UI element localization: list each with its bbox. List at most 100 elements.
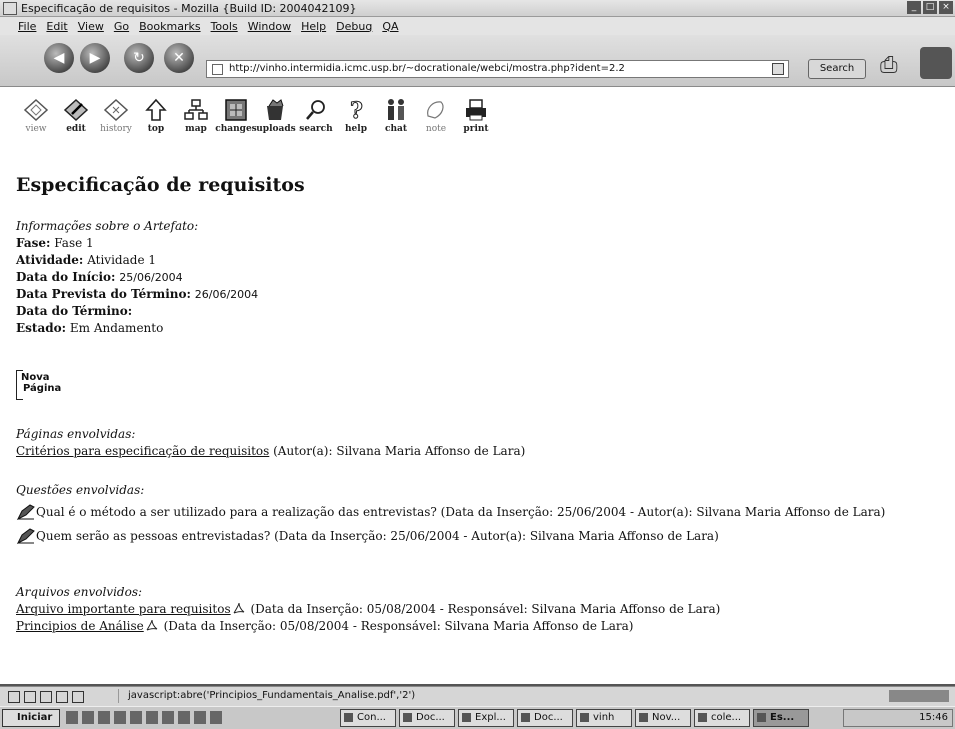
outlook-icon[interactable]	[114, 711, 126, 724]
composer-icon[interactable]	[40, 691, 52, 703]
stop-button[interactable]: ✕	[164, 43, 194, 73]
maximize-button[interactable]: □	[923, 1, 937, 14]
arquivo-link[interactable]: Principios de Análise	[16, 619, 144, 633]
reload-button[interactable]: ↻	[124, 43, 154, 73]
ie-icon[interactable]	[98, 711, 110, 724]
edit-icon	[61, 96, 91, 124]
task-button[interactable]: vinh	[576, 709, 632, 727]
menu-help[interactable]: Help	[301, 20, 326, 33]
task-button[interactable]: Doc...	[399, 709, 455, 727]
url-text: http://vinho.intermidia.icmc.usp.br/~doc…	[229, 63, 625, 74]
field-label: Data Prevista do Término:	[16, 287, 191, 301]
menu-go[interactable]: Go	[114, 20, 129, 33]
mail-icon[interactable]	[24, 691, 36, 703]
questoes-heading: Questões envolvidas:	[16, 483, 145, 497]
minimize-button[interactable]: _	[907, 1, 921, 14]
field-data-inicio: Data do Início: 25/06/2004	[16, 269, 258, 286]
field-label: Atividade:	[16, 253, 84, 267]
menu-tools[interactable]: Tools	[211, 20, 238, 33]
task-button[interactable]: Es...	[753, 709, 809, 727]
task-button[interactable]: cole...	[694, 709, 750, 727]
tool-top-label: top	[147, 124, 165, 134]
printer-icon	[461, 96, 491, 124]
tool-view[interactable]: view	[16, 96, 56, 134]
menu-bookmarks[interactable]: Bookmarks	[139, 20, 200, 33]
status-text: javascript:abre('Principios_Fundamentais…	[128, 690, 416, 701]
wiki-toolbar: view edit history top map changes upload…	[16, 96, 496, 134]
tool-print[interactable]: print	[456, 96, 496, 134]
arquivo-link[interactable]: Arquivo importante para requisitos	[16, 602, 231, 616]
tool-top[interactable]: top	[136, 96, 176, 134]
paginas-section: Páginas envolvidas: Critérios para espec…	[16, 426, 525, 460]
paginas-heading: Páginas envolvidas:	[16, 427, 136, 441]
search-button[interactable]: Search	[808, 59, 866, 79]
app-icon[interactable]	[194, 711, 206, 724]
nova-pagina-button[interactable]: Nova Página	[16, 370, 61, 400]
questao-item[interactable]: Qual é o método a ser utilizado para a r…	[16, 503, 885, 521]
sitemap-icon	[181, 96, 211, 124]
app-icon[interactable]	[210, 711, 222, 724]
questoes-section: Questões envolvidas: Qual é o método a s…	[16, 482, 885, 545]
tool-map[interactable]: map	[176, 96, 216, 134]
pagina-link[interactable]: Critérios para especificação de requisit…	[16, 444, 269, 458]
menu-window[interactable]: Window	[248, 20, 291, 33]
addressbook-icon[interactable]	[56, 691, 68, 703]
tool-search[interactable]: search	[296, 96, 336, 134]
desktop-icon[interactable]	[66, 711, 78, 724]
url-field[interactable]: http://vinho.intermidia.icmc.usp.br/~doc…	[206, 60, 789, 78]
pencil-icon	[16, 503, 36, 521]
navigator-icon[interactable]	[8, 691, 20, 703]
tool-edit[interactable]: edit	[56, 96, 96, 134]
question-icon: ?	[341, 96, 371, 124]
tool-uploads-label: uploads	[256, 124, 296, 134]
tool-chat[interactable]: chat	[376, 96, 416, 134]
tool-history[interactable]: history	[96, 96, 136, 134]
menu-edit[interactable]: Edit	[46, 20, 67, 33]
print-toolbar-icon[interactable]: ⎙	[880, 53, 910, 78]
menu-qa[interactable]: QA	[382, 20, 398, 33]
start-button[interactable]: Iniciar	[2, 709, 60, 727]
app-icon[interactable]	[146, 711, 158, 724]
menu-view[interactable]: View	[78, 20, 104, 33]
tool-note[interactable]: note	[416, 96, 456, 134]
menu-debug[interactable]: Debug	[336, 20, 372, 33]
pdf-icon[interactable]	[233, 602, 245, 614]
search-button-label: Search	[819, 63, 855, 74]
close-window-button[interactable]: ×	[939, 1, 953, 14]
tool-uploads[interactable]: uploads	[256, 96, 296, 134]
page-content: view edit history top map changes upload…	[0, 88, 955, 686]
forward-button[interactable]: ▶	[80, 43, 110, 73]
field-estado: Estado: Em Andamento	[16, 320, 258, 337]
window-title: Especificação de requisitos - Mozilla {B…	[21, 1, 357, 15]
tool-changes[interactable]: changes	[215, 96, 257, 134]
chatzilla-icon[interactable]	[72, 691, 84, 703]
artifact-info: Informações sobre o Artefato: Fase: Fase…	[16, 218, 258, 337]
status-bar: javascript:abre('Principios_Fundamentais…	[0, 686, 955, 706]
back-button[interactable]: ◀	[44, 43, 74, 73]
menu-bar: File Edit View Go Bookmarks Tools Window…	[0, 17, 955, 35]
field-label: Estado:	[16, 321, 67, 335]
app-icon[interactable]	[162, 711, 174, 724]
explorer-icon[interactable]	[82, 711, 94, 724]
field-value: Atividade 1	[87, 253, 156, 267]
clock: 15:46	[919, 712, 948, 723]
task-button[interactable]: Expl...	[458, 709, 514, 727]
pdf-icon[interactable]	[146, 619, 158, 631]
arquivo-info: (Data da Inserção: 05/08/2004 - Responsá…	[163, 619, 634, 633]
field-label: Data do Início:	[16, 270, 116, 284]
system-tray: 15:46	[843, 709, 953, 727]
tool-help[interactable]: ? help	[336, 96, 376, 134]
go-icon[interactable]	[772, 63, 784, 75]
task-button[interactable]: Con...	[340, 709, 396, 727]
task-button[interactable]: Nov...	[635, 709, 691, 727]
field-fase: Fase: Fase 1	[16, 235, 258, 252]
magnifier-icon	[301, 96, 331, 124]
windows-taskbar: Iniciar Con... Doc... Expl... Doc... vin…	[0, 706, 955, 729]
app-icon[interactable]	[178, 711, 190, 724]
app-icon[interactable]	[130, 711, 142, 724]
task-button[interactable]: Doc...	[517, 709, 573, 727]
questao-item[interactable]: Quem serão as pessoas entrevistadas? (Da…	[16, 527, 885, 545]
arrow-up-icon	[141, 96, 171, 124]
menu-file[interactable]: File	[18, 20, 36, 33]
status-icons	[8, 691, 84, 703]
